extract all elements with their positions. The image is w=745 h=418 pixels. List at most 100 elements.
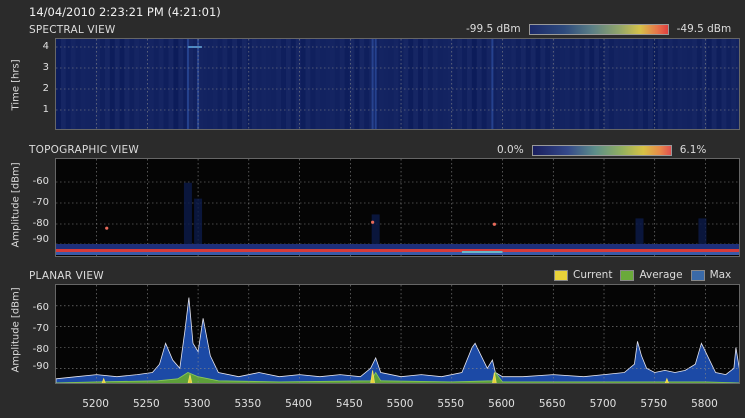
spectral-column xyxy=(736,39,739,129)
spectral-column xyxy=(330,39,336,129)
spectral-column xyxy=(515,39,522,129)
spectral-column xyxy=(706,39,713,129)
spectral-column xyxy=(378,39,385,129)
x-tick-label: 5750 xyxy=(640,398,668,410)
x-tick-label: 5200 xyxy=(82,398,109,410)
spectral-column xyxy=(628,39,634,129)
spectral-column xyxy=(564,39,571,129)
spectral-hot-column xyxy=(374,39,377,129)
spectral-column xyxy=(251,39,258,129)
spectral-column xyxy=(657,39,664,129)
legend-max: Max xyxy=(690,269,731,281)
spectral-column xyxy=(589,39,595,129)
spectral-column xyxy=(60,39,67,129)
topo-density-column xyxy=(183,182,192,248)
y-tick-label: 4 xyxy=(42,41,49,52)
spectral-column xyxy=(442,39,448,129)
series-max-area xyxy=(56,297,739,383)
spectral-column xyxy=(662,39,669,129)
y-tick-label: -70 xyxy=(32,197,49,208)
spectral-column xyxy=(613,39,620,129)
x-tick-label: 5800 xyxy=(691,398,718,410)
spectral-column xyxy=(579,39,585,129)
spectral-column xyxy=(530,39,536,129)
legend-current: Current xyxy=(554,269,612,281)
spectral-hot-column xyxy=(371,39,374,129)
spectral-column xyxy=(305,39,311,129)
spectral-column xyxy=(100,39,106,129)
spectral-column xyxy=(413,39,419,129)
spectral-column xyxy=(731,39,737,129)
spectral-blip xyxy=(187,46,202,48)
y-tick-label: 2 xyxy=(42,83,49,94)
spectral-column xyxy=(623,39,629,129)
topo-density-column xyxy=(194,198,203,248)
spectral-column xyxy=(432,39,439,129)
y-tick-label: 1 xyxy=(42,104,49,115)
spectral-column xyxy=(134,39,140,129)
spectral-column xyxy=(711,39,718,129)
y-tick-label: -60 xyxy=(32,176,49,187)
spectral-column xyxy=(467,39,473,129)
spectral-hot-column xyxy=(186,39,189,129)
x-tick-label: 5300 xyxy=(183,398,211,410)
topographic-plot[interactable] xyxy=(55,158,740,257)
spectral-column xyxy=(290,39,297,129)
spectral-column xyxy=(339,39,346,129)
spectral-column xyxy=(403,39,409,129)
spectral-column xyxy=(559,39,566,129)
spectral-column xyxy=(388,39,395,129)
spectral-column xyxy=(56,39,62,129)
spectral-column xyxy=(408,39,414,129)
spectral-column xyxy=(618,39,625,129)
spectral-column xyxy=(320,39,326,129)
spectral-column xyxy=(344,39,351,129)
topo-density-column xyxy=(698,218,707,248)
spectral-column xyxy=(241,39,248,129)
y-tick-label: -60 xyxy=(32,302,49,313)
spectral-column xyxy=(153,39,160,129)
spectral-column xyxy=(207,39,214,129)
spectral-column xyxy=(506,39,512,129)
spectral-column xyxy=(75,39,81,129)
spectral-column xyxy=(476,39,483,129)
spectral-column xyxy=(266,39,272,129)
spectral-column xyxy=(168,39,174,129)
spectral-column xyxy=(672,39,678,129)
spectral-column xyxy=(638,39,644,129)
spectral-column xyxy=(511,39,517,129)
spectral-column xyxy=(457,39,463,129)
spectral-column xyxy=(261,39,267,129)
spectral-column xyxy=(667,39,673,129)
spectral-plot[interactable] xyxy=(55,38,740,130)
planar-plot[interactable] xyxy=(55,284,740,384)
spectral-column xyxy=(310,39,316,129)
x-tick-label: 5250 xyxy=(132,398,160,410)
x-tick-label: 5500 xyxy=(386,398,414,410)
spectral-column xyxy=(687,39,693,129)
topographic-scale-bar xyxy=(531,144,672,156)
spectral-column xyxy=(80,39,86,129)
spectral-column xyxy=(70,39,77,129)
spectral-column xyxy=(148,39,155,129)
spectral-heatmap xyxy=(56,39,739,129)
topo-cyan-streak xyxy=(461,251,503,253)
spectral-column xyxy=(295,39,302,129)
spectral-column xyxy=(281,39,287,129)
spectral-column xyxy=(129,39,135,129)
spectral-column xyxy=(65,39,72,129)
spectral-column xyxy=(359,39,365,129)
spectral-color-scale: -99.5 dBm -49.5 dBm xyxy=(466,23,731,35)
topographic-view-title: TOPOGRAPHIC VIEW xyxy=(29,144,139,156)
spectral-column xyxy=(383,39,390,129)
spectral-column xyxy=(119,39,125,129)
spectral-column xyxy=(300,39,307,129)
spectral-column xyxy=(550,39,556,129)
spectral-column xyxy=(393,39,399,129)
spectral-column xyxy=(246,39,253,129)
spectral-column xyxy=(334,39,341,129)
spectral-column xyxy=(256,39,262,129)
spectral-column xyxy=(486,39,492,129)
x-tick-label: 5450 xyxy=(335,398,363,410)
y-tick-label: -90 xyxy=(32,234,49,245)
